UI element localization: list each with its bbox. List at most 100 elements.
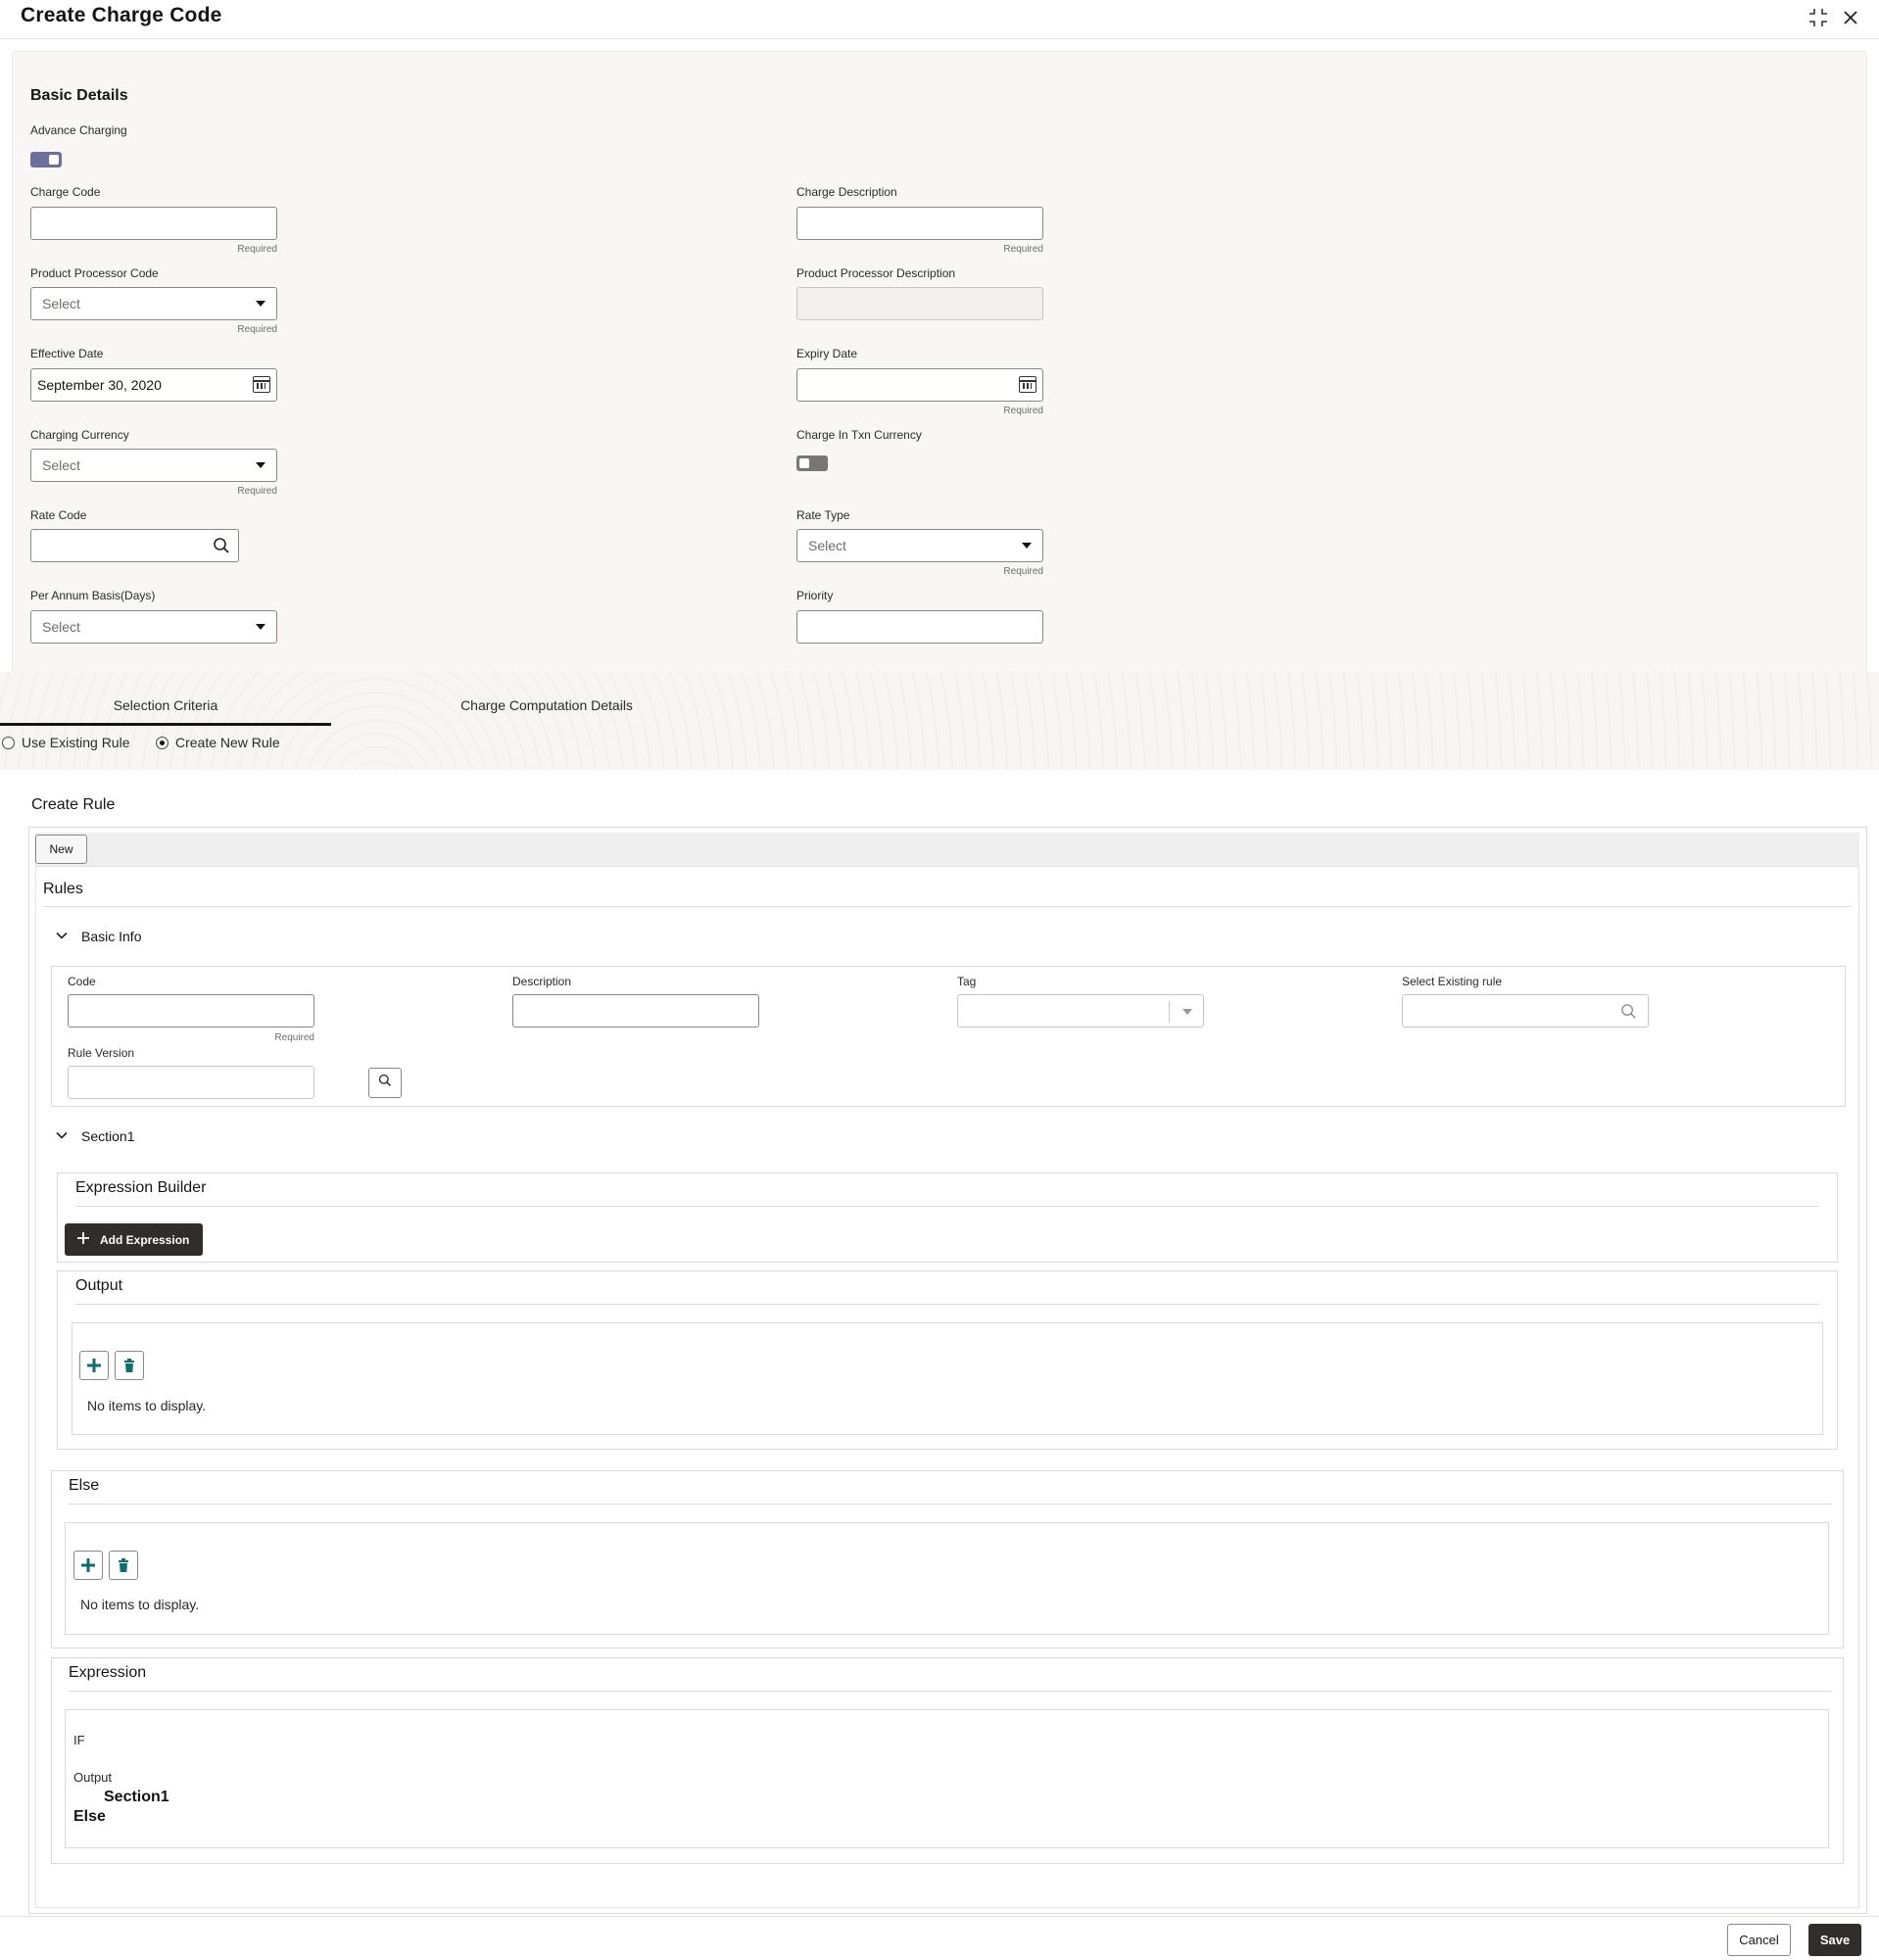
expression-builder-divider (75, 1206, 1819, 1207)
output-divider (75, 1304, 1819, 1305)
else-list (65, 1522, 1829, 1635)
code-input[interactable] (68, 994, 314, 1028)
search-icon[interactable] (1620, 1003, 1637, 1025)
rate-type-select[interactable]: Select (796, 529, 1043, 562)
else-divider (69, 1504, 1832, 1505)
product-processor-description-label: Product Processor Description (796, 266, 956, 280)
expression-if-label: IF (73, 1733, 85, 1747)
header-divider (0, 38, 1879, 39)
rate-code-input[interactable] (30, 529, 239, 562)
rules-divider (43, 906, 1852, 907)
charge-code-required: Required (237, 244, 277, 255)
calendar-icon[interactable] (253, 376, 270, 393)
basic-info-title[interactable]: Basic Info (81, 929, 141, 944)
new-button[interactable]: New (35, 835, 87, 864)
chevron-down-icon (256, 301, 265, 307)
advance-charging-label: Advance Charging (30, 123, 127, 137)
expiry-date-input[interactable] (796, 368, 1043, 402)
section1-title[interactable]: Section1 (81, 1128, 134, 1144)
tag-select[interactable] (957, 994, 1204, 1028)
footer-divider (0, 1916, 1879, 1917)
output-empty-message: No items to display. (87, 1398, 207, 1413)
radio-create-new-rule-label[interactable]: Create New Rule (175, 735, 280, 750)
rules-title: Rules (43, 881, 83, 897)
charge-description-required: Required (1003, 244, 1043, 255)
tag-label: Tag (957, 975, 977, 988)
expiry-date-label: Expiry Date (796, 347, 858, 360)
expression-section-label: Section1 (104, 1789, 169, 1805)
save-button[interactable]: Save (1808, 1924, 1861, 1956)
product-processor-code-select[interactable]: Select (30, 287, 277, 320)
description-label: Description (512, 975, 572, 988)
product-processor-code-value: Select (42, 296, 80, 311)
chevron-down-icon[interactable] (56, 930, 68, 944)
delete-else-button[interactable] (109, 1551, 138, 1580)
charge-code-input[interactable] (30, 207, 277, 240)
plus-icon (76, 1231, 90, 1248)
rate-type-value: Select (808, 538, 846, 553)
charge-description-label: Charge Description (796, 185, 897, 199)
tab-charge-computation-details[interactable]: Charge Computation Details (380, 697, 713, 713)
expression-divider (69, 1691, 1832, 1692)
rule-version-label: Rule Version (68, 1046, 135, 1060)
active-tab-indicator (0, 723, 331, 726)
trash-icon (119, 1558, 128, 1572)
else-title: Else (69, 1477, 100, 1494)
charge-in-txn-currency-toggle[interactable] (796, 455, 828, 471)
charging-currency-required: Required (237, 486, 277, 497)
charge-in-txn-currency-label: Charge In Txn Currency (796, 428, 922, 442)
expression-title: Expression (69, 1664, 147, 1681)
select-existing-rule-input[interactable] (1402, 994, 1649, 1028)
expression-else-label: Else (73, 1808, 106, 1825)
per-annum-basis-label: Per Annum Basis(Days) (30, 589, 156, 602)
calendar-icon[interactable] (1019, 376, 1036, 393)
create-rule-title: Create Rule (31, 796, 116, 813)
code-label: Code (68, 975, 96, 988)
chevron-down-icon (256, 462, 265, 468)
chevron-down-icon (256, 624, 265, 630)
radio-use-existing-rule[interactable] (2, 737, 15, 749)
per-annum-basis-select[interactable]: Select (30, 610, 277, 644)
expression-builder-panel (57, 1172, 1838, 1263)
chevron-down-icon[interactable] (56, 1129, 68, 1144)
output-list (72, 1322, 1823, 1435)
basic-details-panel (12, 51, 1867, 674)
close-icon[interactable] (1839, 6, 1862, 29)
rule-version-input[interactable] (68, 1066, 314, 1099)
priority-input[interactable] (796, 610, 1043, 644)
delete-output-button[interactable] (115, 1351, 144, 1380)
rate-type-label: Rate Type (796, 508, 850, 522)
charging-currency-select[interactable]: Select (30, 449, 277, 482)
effective-date-input[interactable]: September 30, 2020 (30, 368, 277, 402)
rule-version-search-button[interactable] (368, 1068, 402, 1098)
description-input[interactable] (512, 994, 759, 1028)
search-icon[interactable] (213, 537, 230, 559)
charging-currency-value: Select (42, 457, 80, 473)
add-output-button[interactable] (79, 1351, 109, 1380)
charge-description-input[interactable] (796, 207, 1043, 240)
output-title: Output (75, 1277, 123, 1294)
radio-use-existing-rule-label[interactable]: Use Existing Rule (22, 735, 130, 750)
chevron-down-icon (1182, 1009, 1192, 1015)
add-expression-button[interactable]: Add Expression (65, 1223, 203, 1256)
effective-date-label: Effective Date (30, 347, 104, 360)
collapse-icon[interactable] (1807, 6, 1830, 29)
advance-charging-toggle[interactable] (30, 152, 62, 167)
priority-label: Priority (796, 589, 834, 602)
code-required: Required (274, 1032, 314, 1043)
product-processor-code-label: Product Processor Code (30, 266, 159, 280)
cancel-button[interactable]: Cancel (1727, 1924, 1791, 1956)
expression-output-label: Output (73, 1770, 113, 1785)
tab-selection-criteria[interactable]: Selection Criteria (0, 697, 331, 713)
plus-icon (81, 1558, 95, 1572)
rate-code-label: Rate Code (30, 508, 87, 522)
add-else-button[interactable] (73, 1551, 103, 1580)
expiry-date-required: Required (1003, 406, 1043, 416)
basic-info-panel (51, 966, 1846, 1107)
basic-details-title: Basic Details (30, 87, 128, 104)
charging-currency-label: Charging Currency (30, 428, 129, 442)
radio-create-new-rule[interactable] (156, 737, 169, 749)
product-processor-code-required: Required (237, 324, 277, 335)
product-processor-description-input (796, 287, 1043, 320)
else-empty-message: No items to display. (80, 1597, 200, 1612)
